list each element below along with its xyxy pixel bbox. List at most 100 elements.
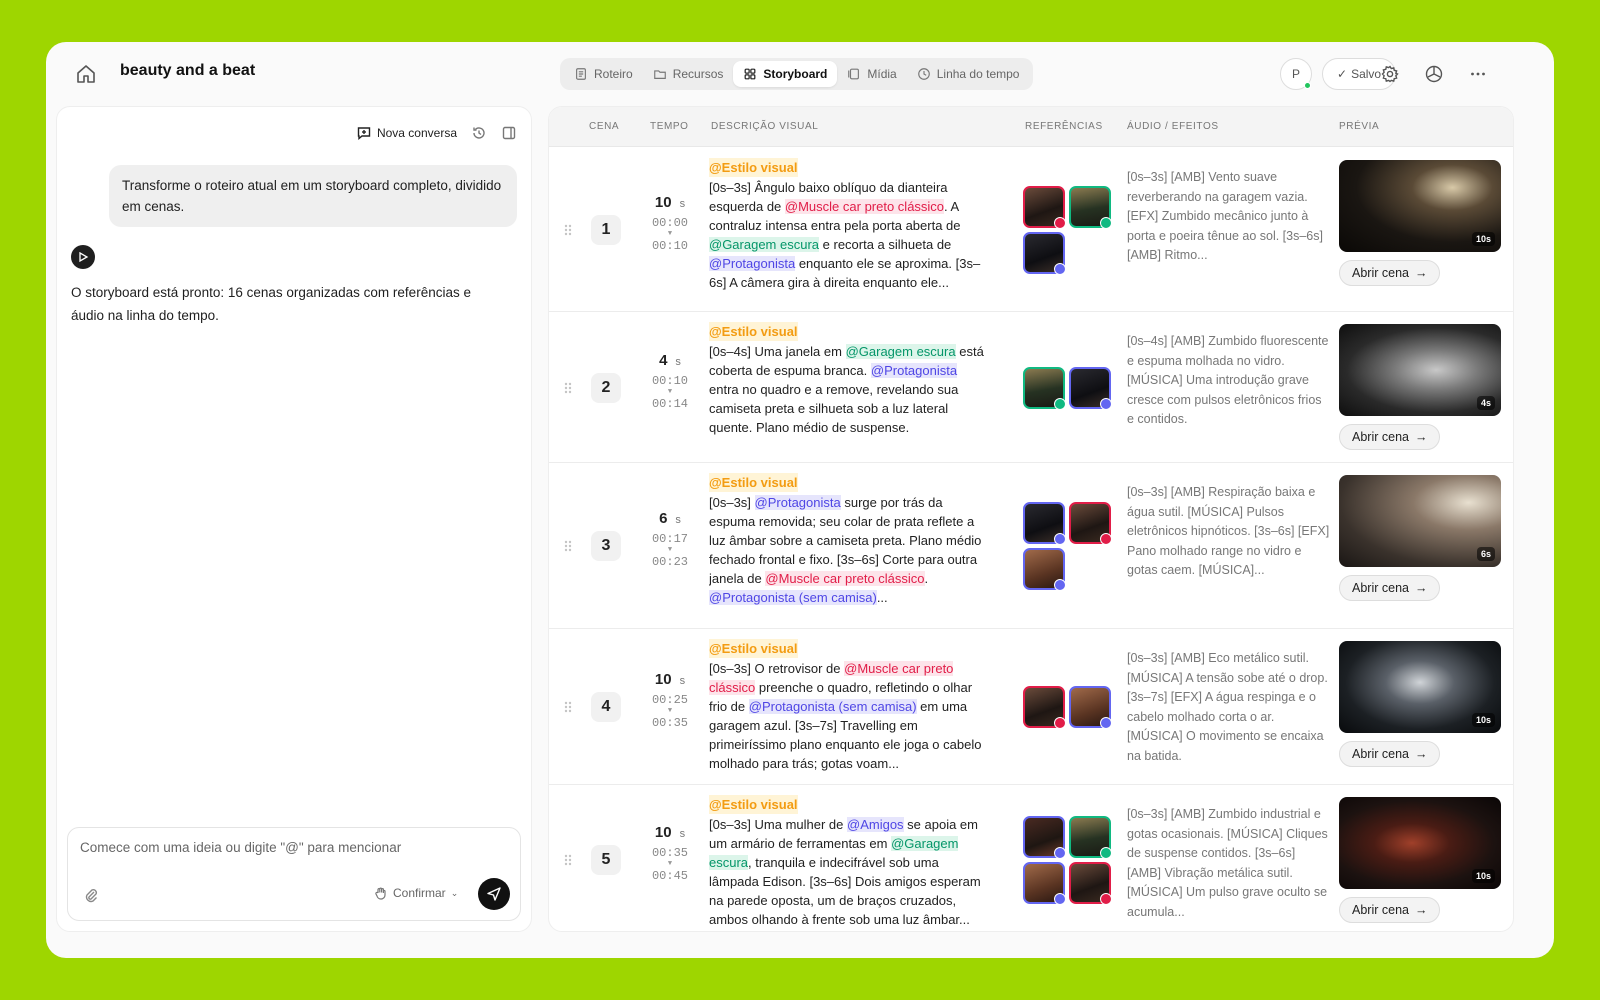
tab-label: Roteiro <box>594 67 633 81</box>
scene-preview-thumbnail[interactable]: 10s <box>1339 641 1501 733</box>
reference-thumbnail[interactable] <box>1023 862 1066 905</box>
preview-duration-badge: 10s <box>1471 869 1495 883</box>
mention-tag[interactable]: @Muscle car preto clássico <box>784 199 945 214</box>
visual-description[interactable]: @Estilo visual [0s–4s] Uma janela em @Gar… <box>709 322 989 461</box>
new-conversation-button[interactable]: Nova conversa <box>356 125 457 141</box>
col-header-scene: CENA <box>589 121 620 132</box>
style-mention[interactable]: @Estilo visual <box>709 639 798 658</box>
reference-thumbnail[interactable] <box>1023 502 1066 545</box>
more-options-icon[interactable] <box>1468 64 1488 84</box>
reference-type-badge <box>1054 847 1066 859</box>
drag-handle-icon[interactable] <box>563 853 573 867</box>
style-mention[interactable]: @Estilo visual <box>709 158 798 177</box>
end-timecode: 00:10 <box>651 239 688 253</box>
mention-tag[interactable]: @Amigos <box>847 817 904 832</box>
col-header-preview: PRÉVIA <box>1339 121 1380 132</box>
mention-tag[interactable]: @Garagem escura <box>709 836 959 870</box>
tab-linha-do-tempo[interactable]: Linha do tempo <box>907 61 1030 87</box>
send-button[interactable] <box>478 878 510 910</box>
arrow-right-icon: → <box>1414 747 1428 761</box>
mention-tag[interactable]: @Protagonista (sem camisa) <box>748 699 917 714</box>
user-avatar[interactable]: P <box>1280 58 1312 90</box>
media-icon <box>848 68 860 80</box>
audio-effects-text[interactable]: [0s–3s] [AMB] Zumbido industrial e gotas… <box>1127 805 1331 927</box>
reference-thumbnail[interactable] <box>1069 366 1112 410</box>
mention-tag[interactable]: @Protagonista <box>870 363 958 378</box>
reference-thumbnail[interactable] <box>1023 366 1066 410</box>
mention-tag[interactable]: @Garagem escura <box>709 237 820 252</box>
tab-roteiro[interactable]: Roteiro <box>564 61 643 87</box>
tab-label: Mídia <box>867 67 897 81</box>
panel-toggle-icon[interactable] <box>501 125 517 141</box>
cube-icon[interactable] <box>1424 64 1444 84</box>
drag-handle-icon[interactable] <box>563 700 573 714</box>
reference-thumbnail[interactable] <box>1023 816 1066 859</box>
app-window: beauty and a beat Roteiro Recursos Story… <box>46 42 1554 958</box>
scene-duration[interactable]: 10 s 00:00 ▼ 00:10 <box>645 194 695 253</box>
tab-storyboard[interactable]: Storyboard <box>733 61 838 87</box>
scene-duration[interactable]: 4 s 00:10 ▼ 00:14 <box>645 352 695 411</box>
reference-thumbnail[interactable] <box>1069 502 1112 545</box>
reference-thumbnail[interactable] <box>1069 686 1112 729</box>
duration-value: 6 <box>659 510 668 527</box>
home-icon[interactable] <box>74 62 98 86</box>
reference-thumbnail[interactable] <box>1069 816 1112 859</box>
duration-value: 10 <box>654 194 672 211</box>
open-scene-button[interactable]: Abrir cena → <box>1339 741 1441 767</box>
reference-thumbnail[interactable] <box>1023 548 1066 591</box>
style-mention[interactable]: @Estilo visual <box>709 473 798 492</box>
open-scene-button[interactable]: Abrir cena → <box>1339 424 1441 450</box>
settings-gear-icon[interactable] <box>1380 64 1400 84</box>
visual-description[interactable]: @Estilo visual [0s–3s] Uma mulher de @Ami… <box>709 795 989 931</box>
scene-preview-thumbnail[interactable]: 6s <box>1339 475 1501 567</box>
open-scene-button[interactable]: Abrir cena → <box>1339 897 1441 923</box>
open-scene-label: Abrir cena <box>1352 903 1409 917</box>
user-message: Transforme o roteiro atual em um storybo… <box>109 165 517 227</box>
reference-thumbnail[interactable] <box>1069 862 1112 905</box>
mention-tag[interactable]: @Muscle car preto clássico <box>765 571 925 586</box>
chat-input[interactable] <box>80 840 500 855</box>
audio-effects-text[interactable]: [0s–3s] [AMB] Respiração baixa e água su… <box>1127 483 1331 621</box>
scene-preview-thumbnail[interactable]: 10s <box>1339 797 1501 889</box>
grid-icon <box>744 68 756 80</box>
visual-description[interactable]: @Estilo visual [0s–3s] Ângulo baixo oblíq… <box>709 158 989 310</box>
scene-preview-thumbnail[interactable]: 4s <box>1339 324 1501 416</box>
reference-thumbnail[interactable] <box>1023 686 1066 729</box>
drag-handle-icon[interactable] <box>563 223 573 237</box>
attach-paperclip-icon[interactable] <box>82 886 100 904</box>
style-mention[interactable]: @Estilo visual <box>709 322 798 341</box>
history-icon[interactable] <box>471 125 487 141</box>
audio-effects-text[interactable]: [0s–3s] [AMB] Eco metálico sutil. [MÚSIC… <box>1127 649 1331 777</box>
audio-effects-text[interactable]: [0s–3s] [AMB] Vento suave reverberando n… <box>1127 168 1331 304</box>
scene-duration[interactable]: 10 s 00:35 ▼ 00:45 <box>645 824 695 883</box>
reference-thumbnail[interactable] <box>1023 186 1066 229</box>
drag-handle-icon[interactable] <box>563 381 573 395</box>
mention-tag[interactable]: @Garagem escura <box>845 344 956 359</box>
visual-description[interactable]: @Estilo visual [0s–3s] O retrovisor de @M… <box>709 639 989 783</box>
scene-duration[interactable]: 10 s 00:25 ▼ 00:35 <box>645 671 695 730</box>
audio-effects-text[interactable]: [0s–4s] [AMB] Zumbido fluorescente e esp… <box>1127 332 1331 455</box>
confirm-mode-select[interactable]: Confirmar ⌄ <box>374 886 458 900</box>
chevron-down-icon: ⌄ <box>450 887 459 898</box>
visual-description[interactable]: @Estilo visual [0s–3s] @Protagonista surg… <box>709 473 989 627</box>
reference-thumbnail[interactable] <box>1023 232 1066 275</box>
scene-number: 3 <box>591 531 621 561</box>
start-timecode: 00:00 <box>651 216 688 230</box>
mention-tag[interactable]: @Muscle car preto clássico <box>709 661 954 695</box>
mention-tag[interactable]: @Protagonista <box>709 256 796 271</box>
mention-tag[interactable]: @Protagonista (sem camisa) <box>709 590 877 605</box>
confirm-label: Confirmar <box>393 886 446 900</box>
open-scene-button[interactable]: Abrir cena → <box>1339 260 1441 286</box>
open-scene-button[interactable]: Abrir cena → <box>1339 575 1441 601</box>
scene-preview-thumbnail[interactable]: 10s <box>1339 160 1501 252</box>
tab-recursos[interactable]: Recursos <box>643 61 734 87</box>
scene-duration[interactable]: 6 s 00:17 ▼ 00:23 <box>645 510 695 569</box>
drag-handle-icon[interactable] <box>563 539 573 553</box>
arrow-right-icon: → <box>1414 430 1428 444</box>
tab-midia[interactable]: Mídia <box>837 61 906 87</box>
mention-tag[interactable]: @Protagonista <box>754 495 841 510</box>
open-scene-label: Abrir cena <box>1352 266 1409 280</box>
duration-value: 10 <box>654 824 672 841</box>
reference-thumbnail[interactable] <box>1069 186 1112 229</box>
style-mention[interactable]: @Estilo visual <box>709 795 798 814</box>
